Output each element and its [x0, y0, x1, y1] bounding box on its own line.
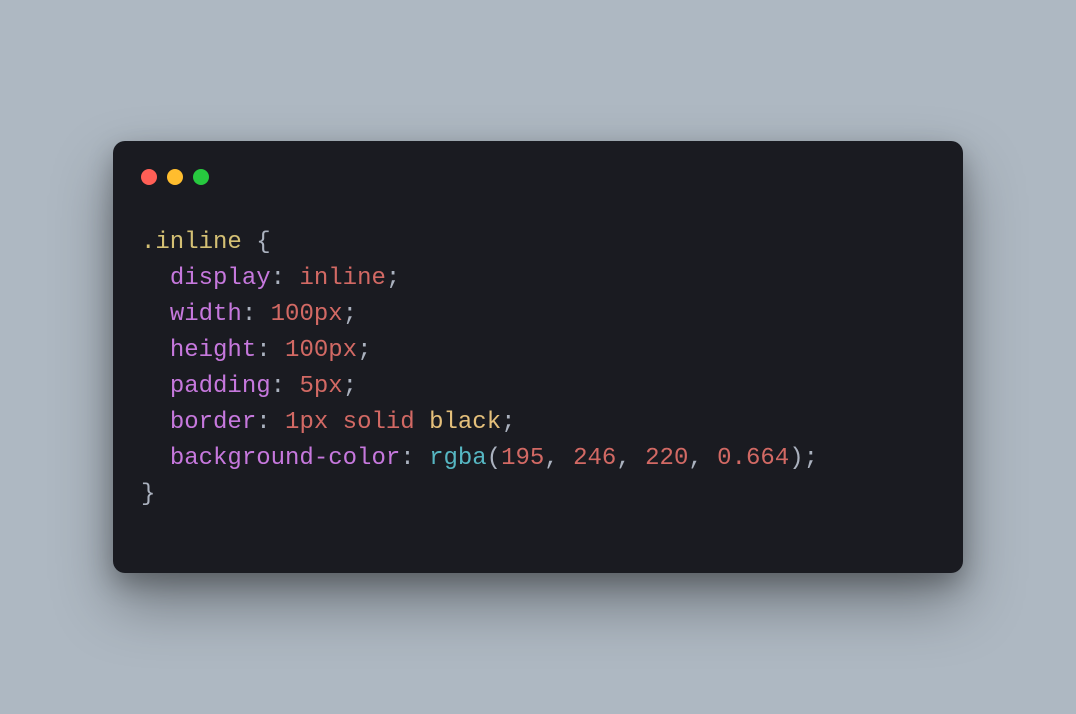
prop-width: width: [170, 301, 242, 328]
code-window: .inline { display: inline; width: 100px;…: [113, 141, 963, 573]
semi: ;: [501, 409, 515, 436]
semi: ;: [386, 265, 400, 292]
minimize-icon[interactable]: [167, 169, 183, 185]
val-border-2: solid: [343, 409, 415, 436]
val-padding: 5px: [299, 373, 342, 400]
val-display: inline: [299, 265, 385, 292]
prop-height: height: [170, 337, 256, 364]
indent: [141, 409, 170, 436]
rgba-b: 220: [645, 445, 688, 472]
sp: [415, 409, 429, 436]
prop-display: display: [170, 265, 271, 292]
colon: :: [271, 265, 300, 292]
indent: [141, 337, 170, 364]
val-height: 100px: [285, 337, 357, 364]
code-block: .inline { display: inline; width: 100px;…: [141, 225, 935, 513]
paren-open: (: [487, 445, 501, 472]
colon: :: [256, 337, 285, 364]
semi: ;: [804, 445, 818, 472]
semi: ;: [343, 301, 357, 328]
val-width: 100px: [271, 301, 343, 328]
prop-border: border: [170, 409, 256, 436]
semi: ;: [357, 337, 371, 364]
indent: [141, 265, 170, 292]
prop-padding: padding: [170, 373, 271, 400]
val-border-3: black: [429, 409, 501, 436]
paren-close: ): [789, 445, 803, 472]
rgba-r: 195: [501, 445, 544, 472]
comma: ,: [544, 445, 573, 472]
indent: [141, 373, 170, 400]
selector-dot: .: [141, 229, 155, 256]
prop-bgcolor: background-color: [170, 445, 400, 472]
colon: :: [400, 445, 429, 472]
rgba-a: 0.664: [717, 445, 789, 472]
colon: :: [242, 301, 271, 328]
close-icon[interactable]: [141, 169, 157, 185]
val-border-1: 1px: [285, 409, 328, 436]
indent: [141, 445, 170, 472]
window-controls: [141, 169, 935, 185]
sp: [328, 409, 342, 436]
colon: :: [256, 409, 285, 436]
indent: [141, 301, 170, 328]
selector-name: inline: [155, 229, 241, 256]
colon: :: [271, 373, 300, 400]
func-rgba: rgba: [429, 445, 487, 472]
zoom-icon[interactable]: [193, 169, 209, 185]
rgba-g: 246: [573, 445, 616, 472]
close-brace: }: [141, 481, 155, 508]
open-brace: {: [242, 229, 271, 256]
semi: ;: [343, 373, 357, 400]
comma: ,: [688, 445, 717, 472]
comma: ,: [616, 445, 645, 472]
